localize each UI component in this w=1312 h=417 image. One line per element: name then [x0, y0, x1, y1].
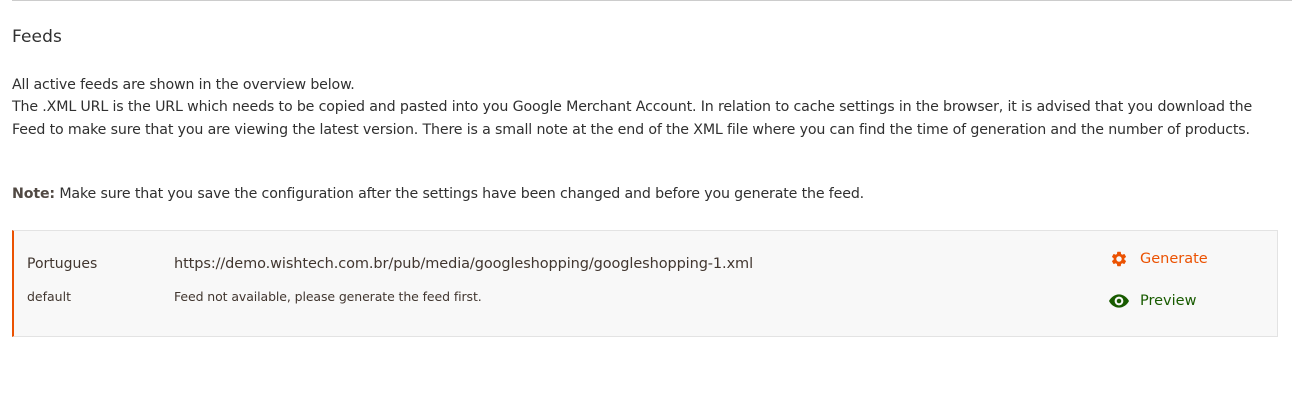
generate-label: Generate — [1140, 251, 1208, 267]
gear-icon — [1109, 249, 1129, 269]
feed-url[interactable]: https://demo.wishtech.com.br/pub/media/g… — [174, 256, 753, 272]
feeds-description: All active feeds are shown in the overvi… — [12, 74, 1287, 141]
note-text: Note: Make sure that you save the config… — [12, 183, 1287, 205]
note-body: Make sure that you save the configuratio… — [54, 186, 865, 202]
feed-status: Feed not available, please generate the … — [174, 289, 482, 304]
preview-label: Preview — [1140, 293, 1197, 309]
feed-row: Portugues default https://demo.wishtech.… — [12, 230, 1278, 337]
eye-icon — [1109, 291, 1129, 311]
description-line-1: All active feeds are shown in the overvi… — [12, 77, 355, 93]
generate-button[interactable]: Generate — [1109, 249, 1208, 269]
top-divider — [12, 0, 1292, 1]
description-line-2: The .XML URL is the URL which needs to b… — [12, 99, 1253, 138]
preview-button[interactable]: Preview — [1109, 291, 1196, 311]
note-label: Note: — [12, 186, 55, 202]
section-title: Feeds — [12, 27, 62, 47]
feed-store-name: Portugues — [27, 256, 98, 272]
feed-store-code: default — [27, 289, 71, 304]
